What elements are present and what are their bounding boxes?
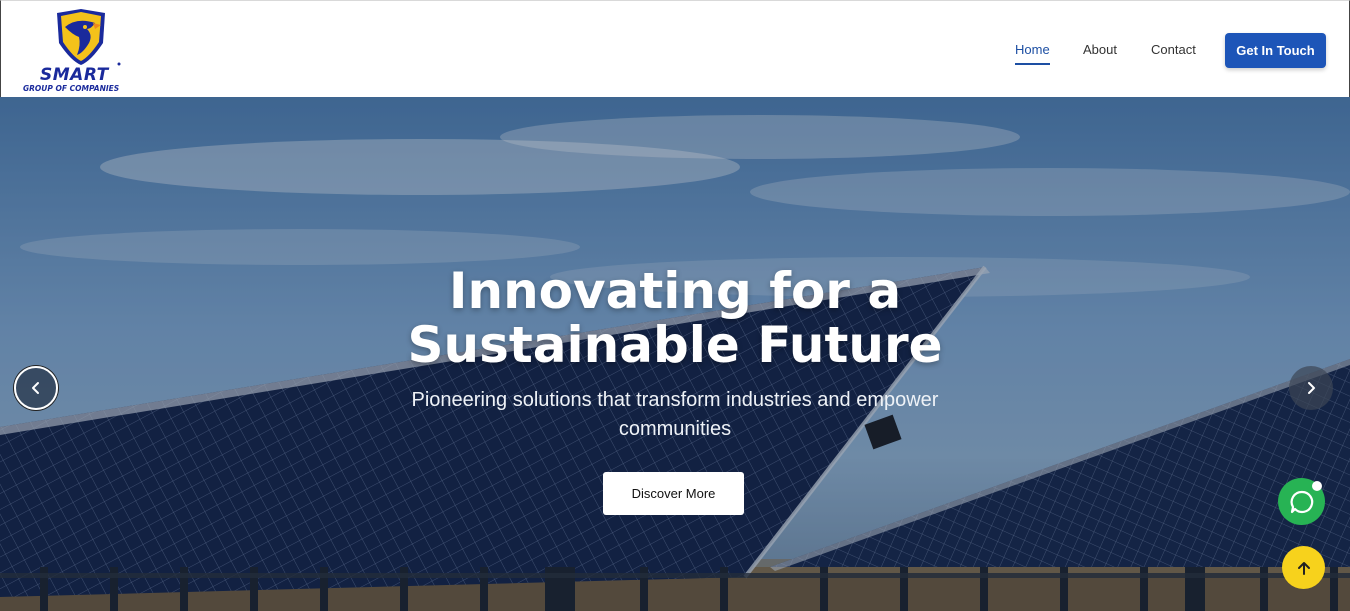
brand-logo[interactable]: SMART GROUP OF COMPANIES [21, 7, 143, 93]
chevron-left-icon [32, 382, 39, 394]
hero-subtitle-line2: communities [618, 418, 732, 440]
hero-title-line2: Sustainable Future [407, 316, 943, 374]
scroll-to-top-button[interactable] [1282, 546, 1325, 589]
slider-next-button[interactable] [1289, 366, 1333, 410]
site-header: SMART GROUP OF COMPANIES Home About Cont… [0, 0, 1350, 97]
hero-title: Innovating for a Sustainable Future [0, 264, 1350, 372]
chat-button[interactable] [1278, 478, 1325, 525]
chevron-right-icon [1308, 382, 1315, 394]
brand-tagline: GROUP OF COMPANIES [23, 84, 120, 93]
discover-more-button[interactable]: Discover More [603, 472, 744, 515]
nav-home[interactable]: Home [1015, 42, 1050, 65]
nav-about[interactable]: About [1083, 42, 1117, 57]
get-in-touch-button[interactable]: Get In Touch [1225, 33, 1326, 68]
slider-prev-button[interactable] [14, 366, 58, 410]
active-underline [1015, 63, 1050, 65]
chat-bubble-icon [1290, 490, 1313, 513]
hero-slider: Innovating for a Sustainable Future Pion… [0, 97, 1350, 611]
brand-name: SMART [40, 65, 109, 85]
nav-contact[interactable]: Contact [1151, 42, 1196, 57]
hero-title-line1: Innovating for a [448, 262, 902, 320]
nav-home-label: Home [1015, 42, 1050, 57]
arrow-up-icon [1297, 561, 1310, 575]
hero-subtitle: Pioneering solutions that transform indu… [375, 386, 975, 444]
hero-subtitle-line1: Pioneering solutions that transform indu… [411, 389, 939, 411]
chat-notification-dot [1312, 481, 1322, 491]
